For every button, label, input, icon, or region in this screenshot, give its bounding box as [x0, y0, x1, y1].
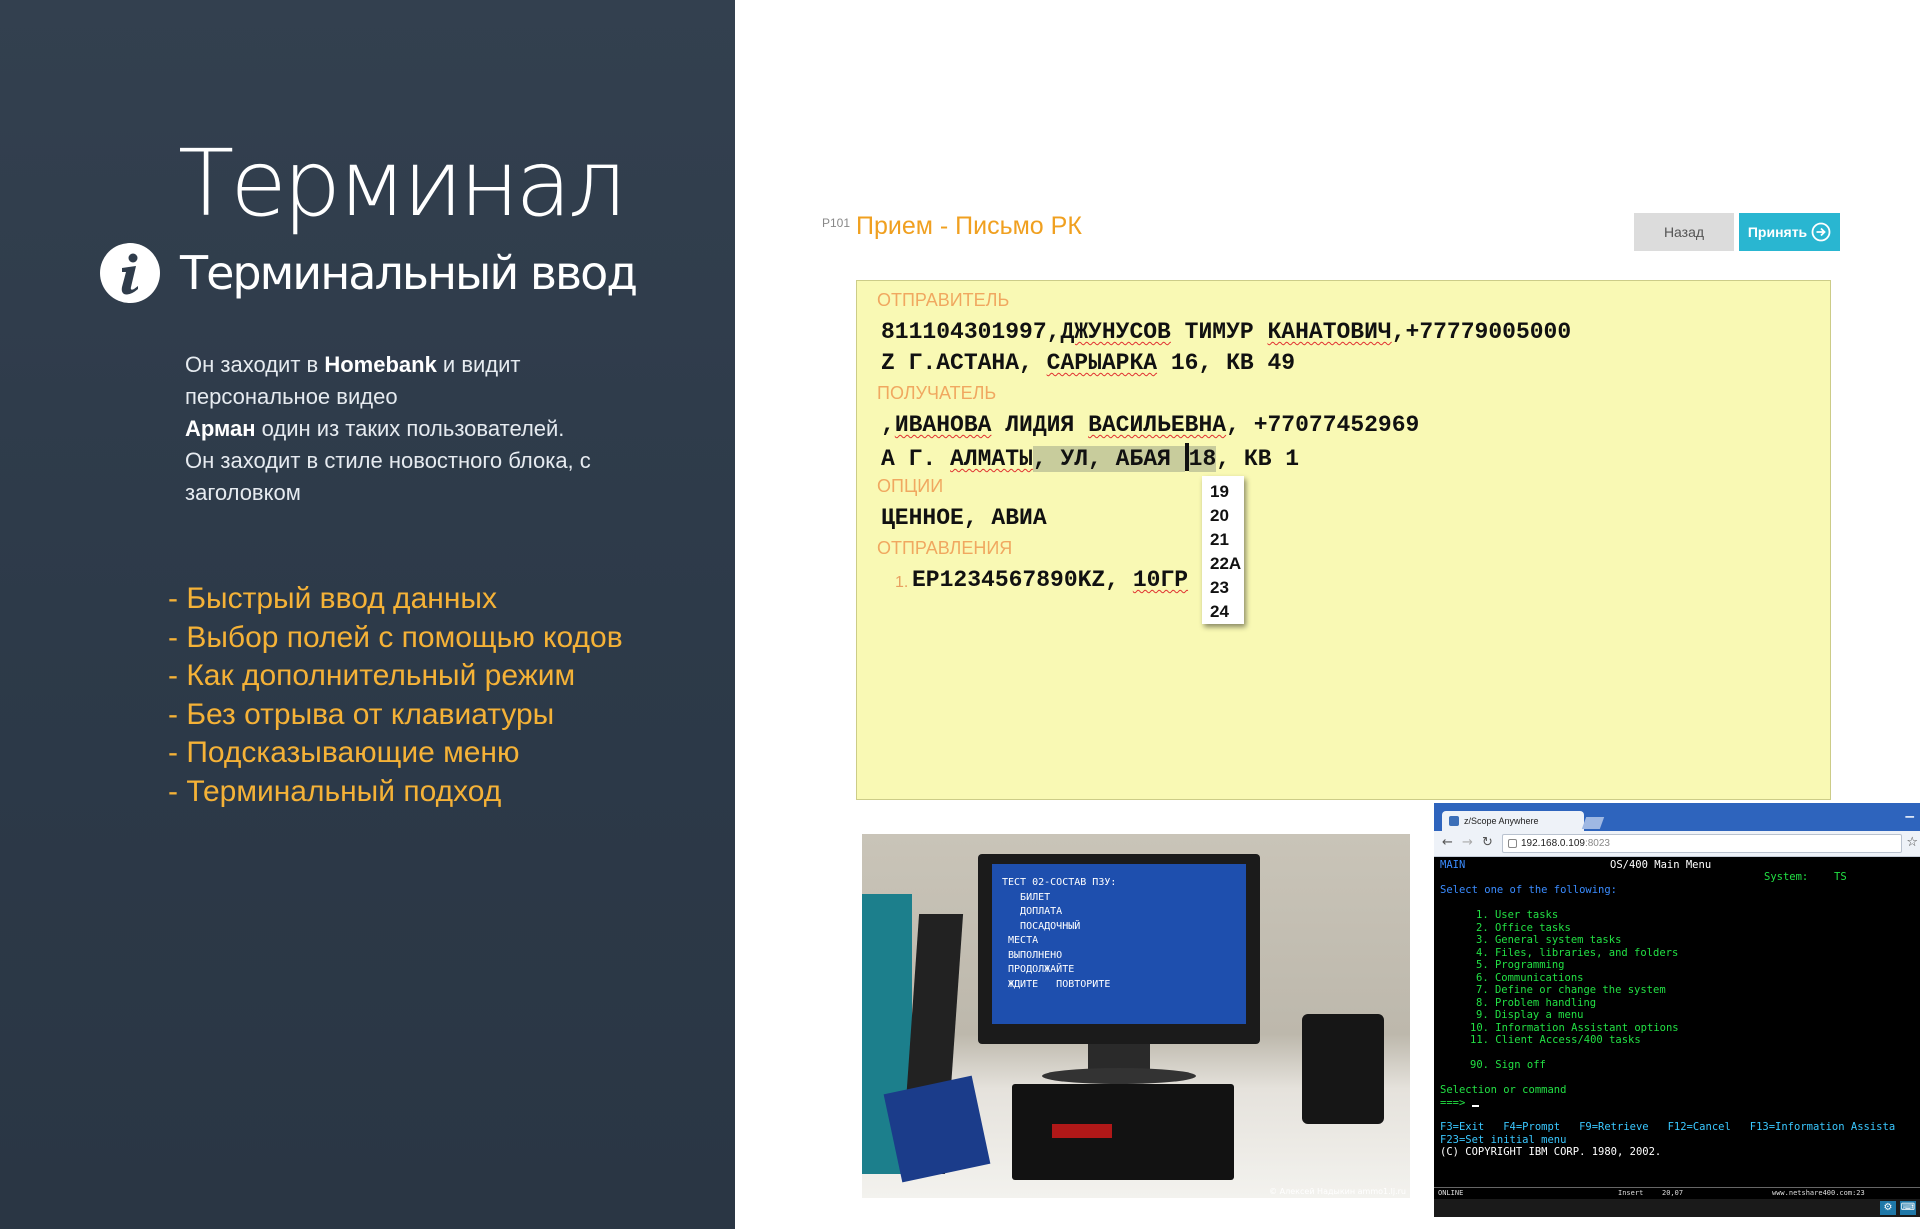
term-menu-item[interactable]: 6. Communications	[1476, 972, 1583, 985]
photo-computer-label	[1052, 1124, 1112, 1138]
status-site: www.netshare400.com:23	[1772, 1189, 1865, 1197]
term-selection-label: Selection or command	[1440, 1084, 1567, 1096]
slide-title: Терминал	[178, 130, 627, 237]
term-menu-item[interactable]: 8. Problem handling	[1476, 997, 1596, 1010]
term-sign-off[interactable]: 90. Sign off	[1470, 1059, 1546, 1072]
term-fkeys-1: F3=Exit F4=Prompt F9=Retrieve F12=Cancel…	[1440, 1121, 1896, 1133]
reload-icon[interactable]: ↻	[1482, 835, 1493, 850]
sender-label: ОТПРАВИТЕЛЬ	[877, 290, 1010, 310]
status-mode: Insert	[1618, 1189, 1644, 1197]
arman-word: Арман	[185, 416, 256, 441]
options-label: ОПЦИИ	[877, 476, 944, 496]
info-icon	[100, 243, 160, 303]
feature-item: - Терминальный подход	[168, 774, 502, 808]
browser-tab[interactable]: z/Scope Anywhere	[1442, 811, 1584, 831]
keyboard-icon[interactable]: ⌨	[1900, 1201, 1916, 1215]
feature-item: - Без отрыва от клавиатуры	[168, 697, 555, 731]
term-copyright: (C) COPYRIGHT IBM CORP. 1980, 2002.	[1440, 1146, 1662, 1158]
status-online: ONLINE	[1438, 1189, 1464, 1197]
address-bar[interactable]: 192.168.0.109:8023	[1502, 834, 1902, 853]
browser-window: z/Scope Anywhere ▁ ← → ↻ 192.168.0.109:8…	[1434, 803, 1920, 1217]
suggestion-item[interactable]: 23	[1202, 576, 1244, 600]
gear-icon[interactable]: ⚙	[1880, 1201, 1896, 1215]
term-fkeys-2: F23=Set initial menu	[1440, 1133, 1567, 1146]
term-system-label: System:	[1764, 871, 1809, 883]
feature-item: - Выбор полей с помощью кодов	[168, 620, 623, 654]
recipient-line-2[interactable]: А Г. АЛМАТЫ, УЛ, АБАЯ 18, КВ 1	[881, 443, 1299, 472]
term-system-value: TS	[1834, 871, 1847, 883]
feature-item: - Быстрый ввод данных	[168, 582, 497, 615]
photo-monitor-base	[1042, 1068, 1196, 1084]
forward-arrow-icon[interactable]: →	[1462, 835, 1473, 850]
items-label: ОТПРАВЛЕНИЯ	[877, 538, 1013, 558]
browser-tabbar: z/Scope Anywhere ▁	[1434, 803, 1920, 831]
bookmark-star-icon[interactable]: ☆	[1906, 835, 1918, 850]
term-command-line[interactable]: ===>	[1440, 1097, 1479, 1110]
terminal-form[interactable]: ОТПРАВИТЕЛЬ 811104301997,ДЖУНУСОВ ТИМУР …	[856, 280, 1831, 800]
term-menu-item[interactable]: 11. Client Access/400 tasks	[1470, 1034, 1641, 1047]
form-title: Прием - Письмо РК	[856, 212, 1082, 240]
browser-toolbar: ← → ↻ 192.168.0.109:8023 ☆	[1434, 831, 1920, 857]
term-menu-item[interactable]: 5. Programming	[1476, 959, 1565, 972]
suggestion-item[interactable]: 19	[1202, 480, 1244, 504]
photo-pen-cup	[1302, 1014, 1384, 1124]
term-menu-item[interactable]: 1. User tasks	[1476, 909, 1558, 922]
term-menu-item[interactable]: 9. Display a menu	[1476, 1009, 1583, 1022]
back-arrow-icon[interactable]: ←	[1442, 835, 1453, 850]
term-menu-id: MAIN	[1440, 859, 1466, 871]
intro-text: Он заходит в Homebank и видит персональн…	[185, 352, 591, 505]
feature-item: - Как дополнительный режим	[168, 659, 576, 692]
new-tab-button[interactable]	[1581, 817, 1605, 829]
sender-line-1[interactable]: 811104301997,ДЖУНУСОВ ТИМУР КАНАТОВИЧ,+7…	[881, 319, 1571, 345]
slide-subtitle: Терминальный ввод	[180, 246, 638, 300]
term-menu-item[interactable]: 4. Files, libraries, and folders	[1476, 947, 1678, 960]
suggestion-item[interactable]: 22А	[1202, 552, 1244, 576]
arrow-right-circle-icon	[1811, 222, 1831, 242]
left-panel: Терминал Терминальный ввод Он заходит в …	[0, 0, 735, 1229]
browser-bottom-bar: ⚙ ⌨	[1434, 1199, 1920, 1217]
features-list: - Быстрый ввод данных - Выбор полей с по…	[168, 580, 623, 811]
status-position: 20,07	[1662, 1189, 1684, 1197]
photo-screen-text: ТЕСТ 02-СОСТАВ ПЗУ: БИЛЕТ ДОПЛАТА ПОСАДО…	[1002, 877, 1117, 990]
photo-monitor-screen: ТЕСТ 02-СОСТАВ ПЗУ: БИЛЕТ ДОПЛАТА ПОСАДО…	[992, 864, 1246, 1024]
term-cursor	[1471, 1104, 1479, 1107]
term-menu-item[interactable]: 2. Office tasks	[1476, 922, 1571, 935]
suggestion-item[interactable]: 20	[1202, 504, 1244, 528]
minimize-icon[interactable]: ▁	[1906, 805, 1914, 818]
term-header: OS/400 Main Menu	[1610, 859, 1712, 871]
feature-item: - Подсказывающие меню	[168, 736, 520, 769]
photo-computer-unit	[1012, 1084, 1234, 1180]
item-line[interactable]: ЕР1234567890KZ, 10ГР	[912, 567, 1188, 593]
term-prompt: Select one of the following:	[1440, 884, 1618, 896]
accept-button[interactable]: Принять	[1739, 213, 1840, 251]
suggestion-item[interactable]: 21	[1202, 528, 1244, 552]
highlighted-address: , УЛ, АБАЯ	[1032, 446, 1185, 472]
recipient-line-1[interactable]: ,ИВАНОВА ЛИДИЯ ВАСИЛЬЕВНА, +77077452969	[881, 412, 1419, 438]
terminal-photo: ТЕСТ 02-СОСТАВ ПЗУ: БИЛЕТ ДОПЛАТА ПОСАДО…	[862, 834, 1410, 1198]
options-value[interactable]: ЦЕННОЕ, АВИА	[881, 505, 1047, 531]
item-number: 1.	[895, 574, 909, 591]
recipient-label: ПОЛУЧАТЕЛЬ	[877, 383, 997, 403]
photo-monitor: ТЕСТ 02-СОСТАВ ПЗУ: БИЛЕТ ДОПЛАТА ПОСАДО…	[978, 854, 1260, 1044]
suggestion-item[interactable]: 24	[1202, 600, 1244, 624]
term-menu-item[interactable]: 7. Define or change the system	[1476, 984, 1666, 997]
form-code: P101	[822, 216, 851, 230]
page-icon	[1508, 839, 1517, 848]
suggestion-dropdown[interactable]: 19 20 21 22А 23 24	[1202, 476, 1244, 624]
homebank-word: Homebank	[324, 352, 437, 377]
term-menu-item[interactable]: 3. General system tasks	[1476, 934, 1621, 947]
tab-favicon-icon	[1449, 816, 1459, 826]
photo-credit: © Алексей Надыкин ammo1.lj.ru	[1269, 1187, 1406, 1196]
back-button[interactable]: Назад	[1634, 213, 1734, 251]
as400-terminal[interactable]: MAIN OS/400 Main Menu System: TS Select …	[1434, 857, 1920, 1187]
photo-book	[883, 1075, 991, 1183]
terminal-status-bar: ONLINE Insert 20,07 www.netshare400.com:…	[1434, 1187, 1920, 1199]
term-menu-item[interactable]: 10. Information Assistant options	[1470, 1022, 1679, 1035]
sender-line-2[interactable]: Z Г.АСТАНА, САРЫАРКА 16, КВ 49	[881, 350, 1295, 376]
